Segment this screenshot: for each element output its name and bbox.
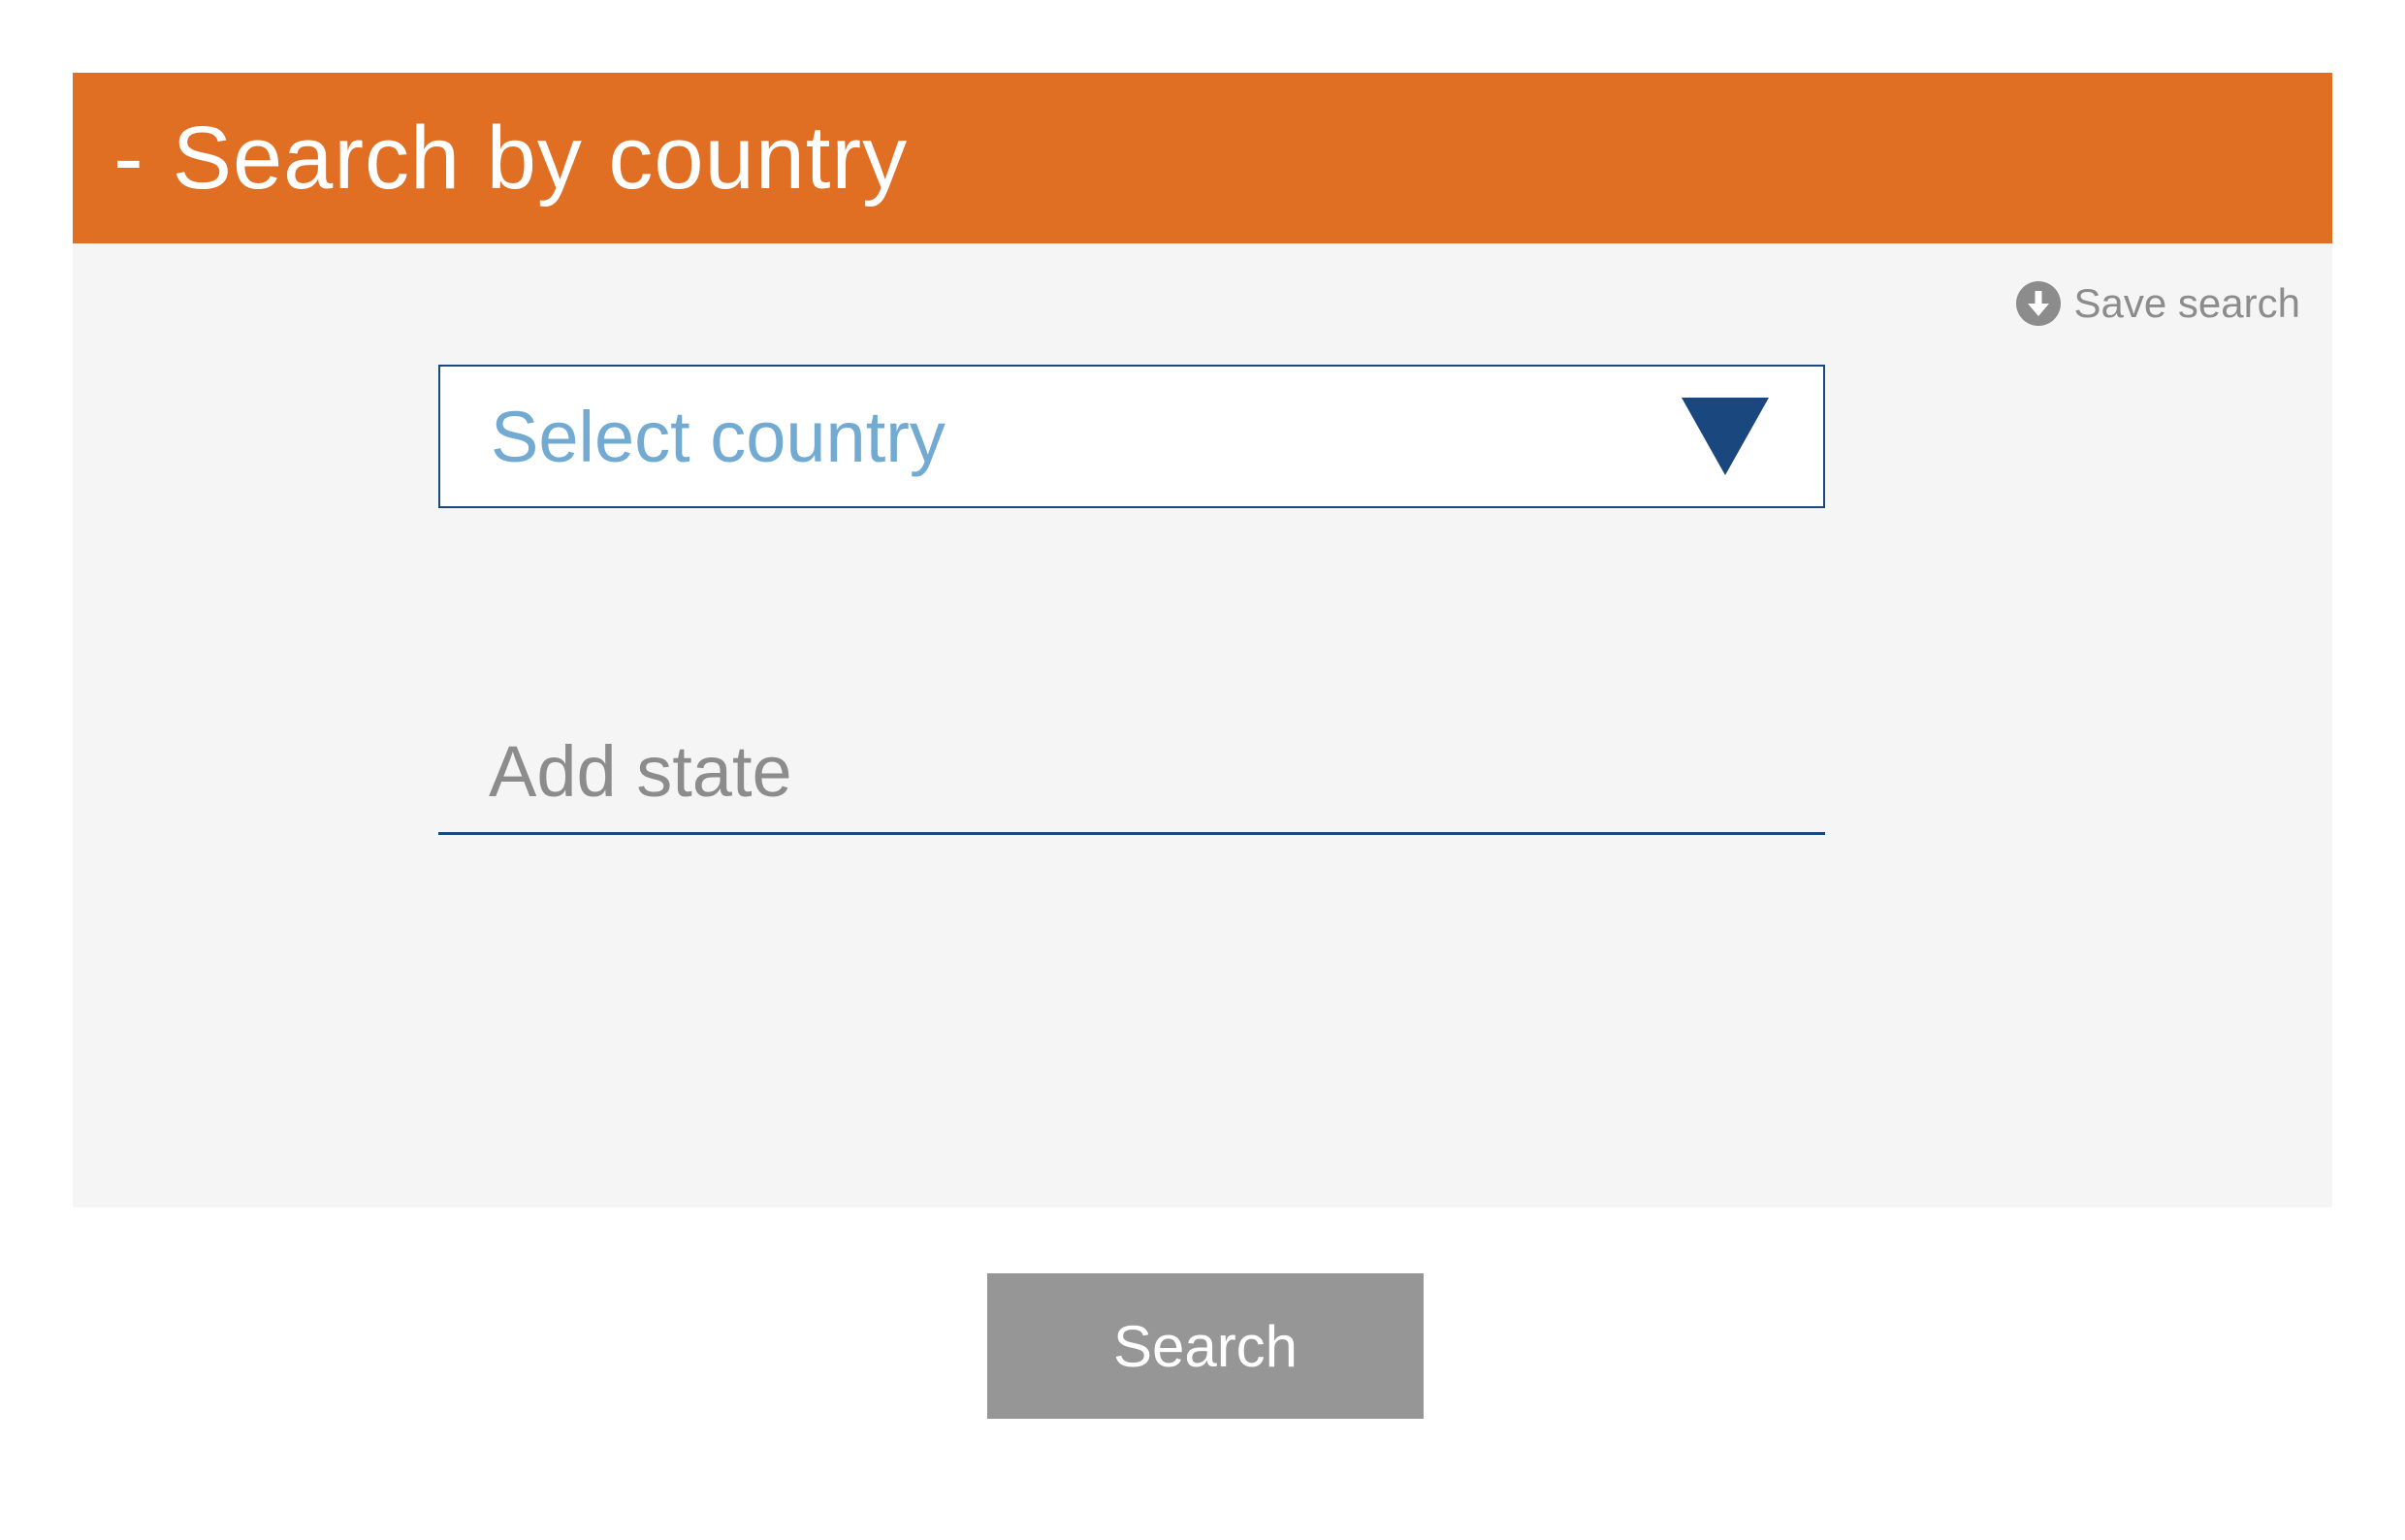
triangle-down-icon — [1682, 398, 1769, 475]
save-search-label: Save search — [2073, 280, 2300, 326]
save-search-link[interactable]: Save search — [2015, 280, 2300, 326]
state-field — [438, 713, 1825, 835]
panel-header-toggle[interactable]: - Search by country — [73, 73, 2332, 243]
download-circle-icon — [2015, 281, 2061, 326]
country-select-value: Select country — [491, 396, 946, 477]
country-select[interactable]: Select country — [438, 365, 1825, 508]
search-button[interactable]: Search — [987, 1273, 1424, 1419]
panel-title: Search by country — [172, 109, 909, 208]
collapse-sign: - — [113, 109, 144, 208]
state-input[interactable] — [438, 713, 1825, 829]
search-panel: - Search by country Save search — [73, 73, 2332, 1207]
